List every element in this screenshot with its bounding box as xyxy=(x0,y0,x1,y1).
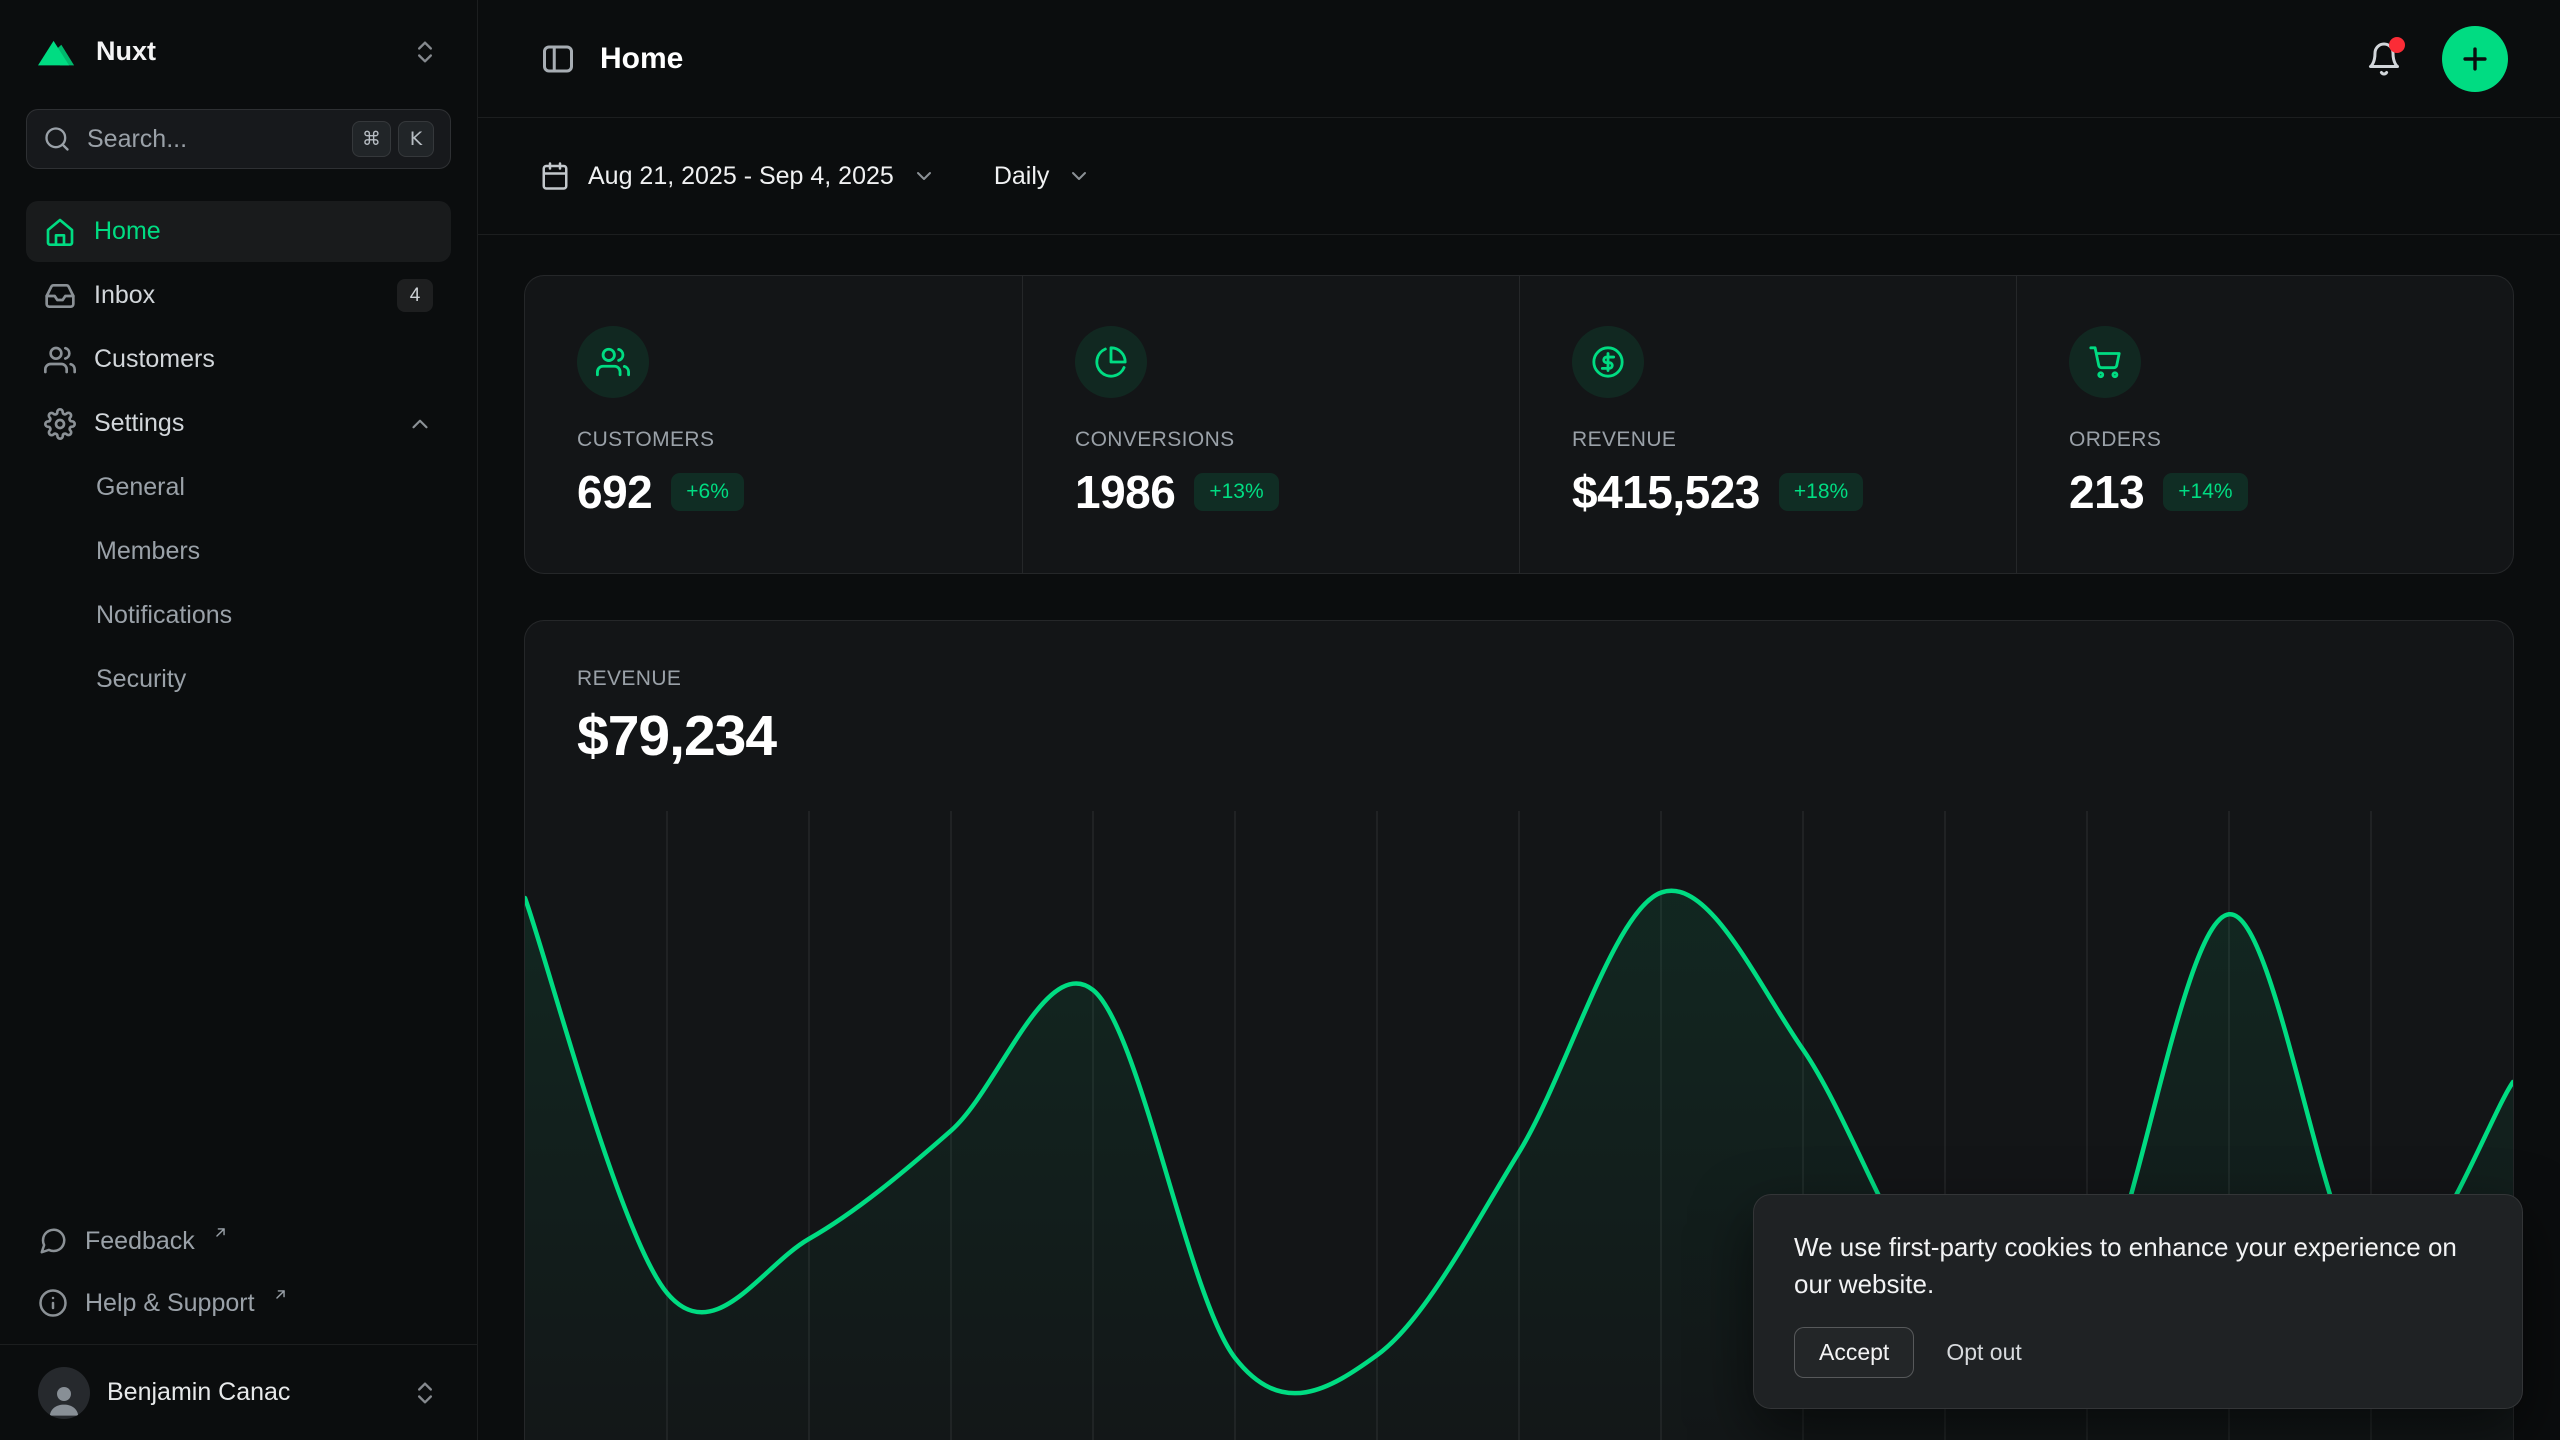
sidebar-item-home[interactable]: Home xyxy=(26,201,451,262)
feedback-label: Feedback xyxy=(85,1227,195,1256)
stat-delta-badge: +13% xyxy=(1194,473,1278,511)
sidebar-item-general[interactable]: General xyxy=(26,457,451,518)
sidebar-item-settings[interactable]: Settings xyxy=(26,393,451,454)
chevrons-up-down-icon xyxy=(411,1379,439,1407)
date-range-value: Aug 21, 2025 - Sep 4, 2025 xyxy=(588,162,894,191)
stat-label: CUSTOMERS xyxy=(577,428,970,452)
sidebar-item-security[interactable]: Security xyxy=(26,649,451,710)
search-input[interactable]: Search... ⌘ K xyxy=(26,109,451,169)
kbd-meta: ⌘ xyxy=(352,121,391,157)
sidebar-item-notifications[interactable]: Notifications xyxy=(26,585,451,646)
sidebar-item-label: Home xyxy=(94,217,161,246)
sub-item-label: Security xyxy=(96,665,186,694)
help-support-label: Help & Support xyxy=(85,1289,255,1318)
stat-value: 213 xyxy=(2069,465,2144,519)
filter-toolbar: Aug 21, 2025 - Sep 4, 2025 Daily xyxy=(478,118,2560,235)
stats-grid: CUSTOMERS 692 +6% CONVERSIONS 1986 +13% xyxy=(524,275,2514,574)
page-header: Home xyxy=(478,0,2560,118)
stat-delta-badge: +14% xyxy=(2163,473,2247,511)
plus-icon xyxy=(2458,42,2492,76)
feedback-link[interactable]: Feedback xyxy=(26,1210,451,1272)
sidebar-item-label: Customers xyxy=(94,345,215,374)
sidebar-item-customers[interactable]: Customers xyxy=(26,329,451,390)
gear-icon xyxy=(44,408,76,440)
nuxt-logo-icon xyxy=(38,38,78,66)
notifications-button[interactable] xyxy=(2366,41,2402,77)
add-button[interactable] xyxy=(2442,26,2508,92)
users-icon xyxy=(577,326,649,398)
sidebar-item-label: Inbox xyxy=(94,281,155,310)
stat-value: 692 xyxy=(577,465,652,519)
sidebar-nav: Home Inbox 4 Customers Settings xyxy=(26,201,451,710)
dashboard-app: Nuxt Search... ⌘ K Home xyxy=(0,0,2560,1440)
granularity-select[interactable]: Daily xyxy=(994,162,1092,191)
sub-item-label: Notifications xyxy=(96,601,232,630)
stat-delta-badge: +6% xyxy=(671,473,744,511)
search-icon xyxy=(43,125,71,153)
sub-item-label: General xyxy=(96,473,185,502)
search-shortcut: ⌘ K xyxy=(352,121,434,157)
cookie-accept-button[interactable]: Accept xyxy=(1794,1327,1914,1378)
collapse-sidebar-icon[interactable] xyxy=(540,41,576,77)
sub-item-label: Members xyxy=(96,537,200,566)
shopping-cart-icon xyxy=(2069,326,2141,398)
calendar-icon xyxy=(540,161,570,191)
message-bubble-icon xyxy=(38,1226,68,1256)
header-actions xyxy=(2366,26,2508,92)
kbd-key: K xyxy=(398,121,434,157)
help-support-link[interactable]: Help & Support xyxy=(26,1272,451,1334)
granularity-value: Daily xyxy=(994,162,1050,191)
stat-value: $415,523 xyxy=(1572,465,1760,519)
users-icon xyxy=(44,344,76,376)
external-link-icon xyxy=(212,1224,229,1241)
avatar xyxy=(38,1367,90,1419)
chevrons-up-down-icon xyxy=(411,38,439,66)
chevron-down-icon xyxy=(1067,164,1091,188)
user-name: Benjamin Canac xyxy=(107,1378,290,1407)
chevron-down-icon xyxy=(912,164,936,188)
stat-value: 1986 xyxy=(1075,465,1175,519)
sidebar: Nuxt Search... ⌘ K Home xyxy=(0,0,478,1440)
user-menu[interactable]: Benjamin Canac xyxy=(0,1344,477,1440)
sidebar-item-members[interactable]: Members xyxy=(26,521,451,582)
stat-label: ORDERS xyxy=(2069,428,2461,452)
chevron-up-icon xyxy=(407,411,433,437)
sidebar-footer: Feedback Help & Support Benjamin Canac xyxy=(26,1210,451,1440)
circle-dollar-icon xyxy=(1572,326,1644,398)
workspace-name: Nuxt xyxy=(96,36,156,67)
revenue-chart-label: REVENUE xyxy=(577,667,2461,691)
cookie-optout-button[interactable]: Opt out xyxy=(1928,1328,2039,1377)
stat-label: REVENUE xyxy=(1572,428,1964,452)
notification-dot xyxy=(2389,37,2405,53)
stat-card-customers[interactable]: CUSTOMERS 692 +6% xyxy=(525,276,1022,573)
workspace-switcher[interactable]: Nuxt xyxy=(26,26,451,77)
cookie-banner: We use first-party cookies to enhance yo… xyxy=(1753,1194,2523,1409)
revenue-chart-value: $79,234 xyxy=(577,703,2461,769)
pie-chart-icon xyxy=(1075,326,1147,398)
sidebar-item-inbox[interactable]: Inbox 4 xyxy=(26,265,451,326)
page-title: Home xyxy=(600,42,683,76)
external-link-icon xyxy=(272,1286,289,1303)
stat-label: CONVERSIONS xyxy=(1075,428,1467,452)
sidebar-item-label: Settings xyxy=(94,409,184,438)
title-group: Home xyxy=(540,41,683,77)
stat-card-conversions[interactable]: CONVERSIONS 1986 +13% xyxy=(1022,276,1519,573)
stat-card-orders[interactable]: ORDERS 213 +14% xyxy=(2016,276,2513,573)
home-icon xyxy=(44,216,76,248)
info-circle-icon xyxy=(38,1288,68,1318)
search-placeholder: Search... xyxy=(87,125,187,154)
stat-delta-badge: +18% xyxy=(1779,473,1863,511)
inbox-count-badge: 4 xyxy=(397,279,433,312)
cookie-message: We use first-party cookies to enhance yo… xyxy=(1794,1229,2482,1303)
inbox-icon xyxy=(44,280,76,312)
date-range-picker[interactable]: Aug 21, 2025 - Sep 4, 2025 xyxy=(540,161,936,191)
stat-card-revenue[interactable]: REVENUE $415,523 +18% xyxy=(1519,276,2016,573)
